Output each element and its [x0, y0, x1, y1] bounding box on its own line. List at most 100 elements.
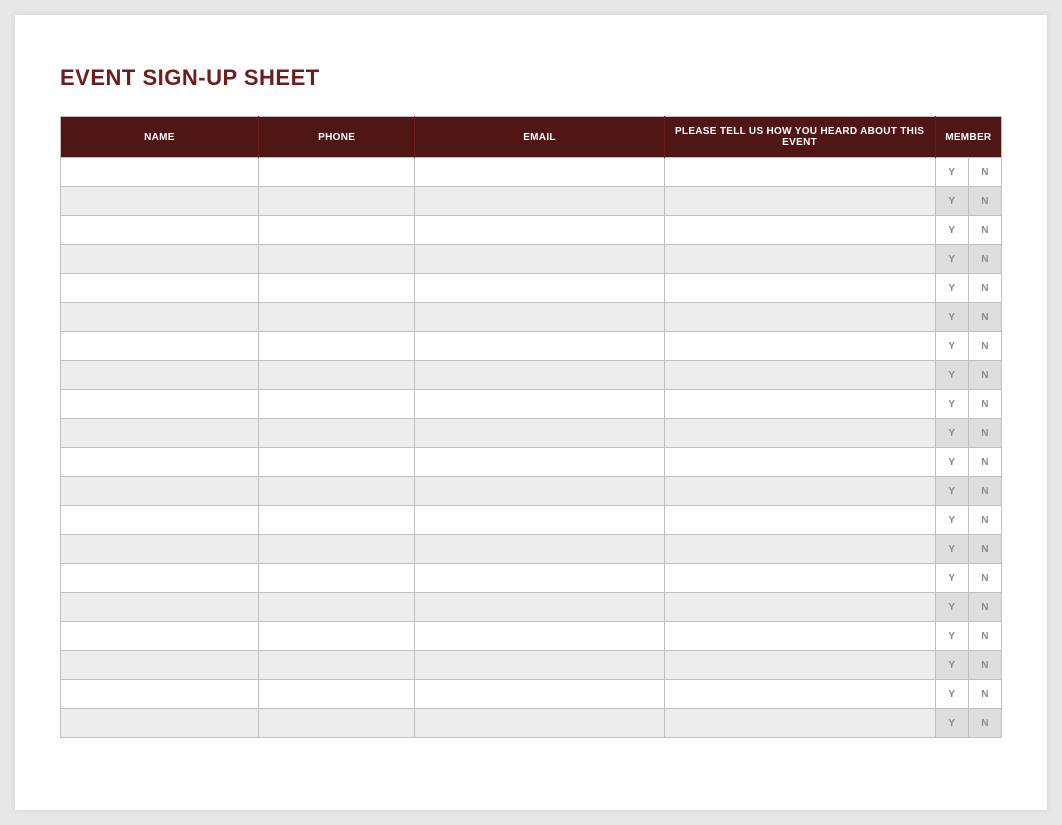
phone-cell[interactable]	[258, 477, 415, 506]
name-cell[interactable]	[61, 245, 259, 274]
member-n-cell[interactable]: N	[968, 564, 1001, 593]
heard-cell[interactable]	[664, 593, 935, 622]
name-cell[interactable]	[61, 622, 259, 651]
phone-cell[interactable]	[258, 680, 415, 709]
phone-cell[interactable]	[258, 651, 415, 680]
name-cell[interactable]	[61, 477, 259, 506]
email-cell[interactable]	[415, 622, 664, 651]
member-n-cell[interactable]: N	[968, 158, 1001, 187]
member-y-cell[interactable]: Y	[935, 303, 968, 332]
member-y-cell[interactable]: Y	[935, 477, 968, 506]
member-n-cell[interactable]: N	[968, 622, 1001, 651]
email-cell[interactable]	[415, 477, 664, 506]
phone-cell[interactable]	[258, 448, 415, 477]
phone-cell[interactable]	[258, 332, 415, 361]
phone-cell[interactable]	[258, 303, 415, 332]
email-cell[interactable]	[415, 651, 664, 680]
member-y-cell[interactable]: Y	[935, 448, 968, 477]
member-n-cell[interactable]: N	[968, 274, 1001, 303]
name-cell[interactable]	[61, 216, 259, 245]
email-cell[interactable]	[415, 332, 664, 361]
member-y-cell[interactable]: Y	[935, 535, 968, 564]
heard-cell[interactable]	[664, 419, 935, 448]
heard-cell[interactable]	[664, 303, 935, 332]
email-cell[interactable]	[415, 390, 664, 419]
member-n-cell[interactable]: N	[968, 419, 1001, 448]
heard-cell[interactable]	[664, 187, 935, 216]
member-y-cell[interactable]: Y	[935, 245, 968, 274]
member-n-cell[interactable]: N	[968, 477, 1001, 506]
member-y-cell[interactable]: Y	[935, 187, 968, 216]
member-n-cell[interactable]: N	[968, 593, 1001, 622]
heard-cell[interactable]	[664, 332, 935, 361]
email-cell[interactable]	[415, 245, 664, 274]
name-cell[interactable]	[61, 564, 259, 593]
member-n-cell[interactable]: N	[968, 680, 1001, 709]
phone-cell[interactable]	[258, 245, 415, 274]
member-n-cell[interactable]: N	[968, 245, 1001, 274]
member-n-cell[interactable]: N	[968, 361, 1001, 390]
email-cell[interactable]	[415, 187, 664, 216]
name-cell[interactable]	[61, 709, 259, 738]
email-cell[interactable]	[415, 680, 664, 709]
member-y-cell[interactable]: Y	[935, 332, 968, 361]
member-n-cell[interactable]: N	[968, 216, 1001, 245]
member-n-cell[interactable]: N	[968, 187, 1001, 216]
name-cell[interactable]	[61, 651, 259, 680]
phone-cell[interactable]	[258, 709, 415, 738]
heard-cell[interactable]	[664, 245, 935, 274]
email-cell[interactable]	[415, 216, 664, 245]
name-cell[interactable]	[61, 390, 259, 419]
phone-cell[interactable]	[258, 274, 415, 303]
name-cell[interactable]	[61, 332, 259, 361]
name-cell[interactable]	[61, 158, 259, 187]
phone-cell[interactable]	[258, 564, 415, 593]
email-cell[interactable]	[415, 564, 664, 593]
email-cell[interactable]	[415, 158, 664, 187]
member-y-cell[interactable]: Y	[935, 564, 968, 593]
member-y-cell[interactable]: Y	[935, 274, 968, 303]
phone-cell[interactable]	[258, 361, 415, 390]
heard-cell[interactable]	[664, 506, 935, 535]
member-y-cell[interactable]: Y	[935, 506, 968, 535]
member-n-cell[interactable]: N	[968, 448, 1001, 477]
member-n-cell[interactable]: N	[968, 390, 1001, 419]
phone-cell[interactable]	[258, 593, 415, 622]
email-cell[interactable]	[415, 506, 664, 535]
phone-cell[interactable]	[258, 216, 415, 245]
member-n-cell[interactable]: N	[968, 303, 1001, 332]
heard-cell[interactable]	[664, 274, 935, 303]
member-n-cell[interactable]: N	[968, 709, 1001, 738]
name-cell[interactable]	[61, 448, 259, 477]
member-y-cell[interactable]: Y	[935, 622, 968, 651]
member-n-cell[interactable]: N	[968, 332, 1001, 361]
name-cell[interactable]	[61, 303, 259, 332]
member-y-cell[interactable]: Y	[935, 390, 968, 419]
member-y-cell[interactable]: Y	[935, 216, 968, 245]
name-cell[interactable]	[61, 419, 259, 448]
name-cell[interactable]	[61, 593, 259, 622]
heard-cell[interactable]	[664, 535, 935, 564]
heard-cell[interactable]	[664, 448, 935, 477]
phone-cell[interactable]	[258, 535, 415, 564]
email-cell[interactable]	[415, 593, 664, 622]
member-y-cell[interactable]: Y	[935, 361, 968, 390]
heard-cell[interactable]	[664, 390, 935, 419]
name-cell[interactable]	[61, 274, 259, 303]
heard-cell[interactable]	[664, 361, 935, 390]
phone-cell[interactable]	[258, 158, 415, 187]
heard-cell[interactable]	[664, 622, 935, 651]
member-n-cell[interactable]: N	[968, 506, 1001, 535]
heard-cell[interactable]	[664, 477, 935, 506]
email-cell[interactable]	[415, 274, 664, 303]
heard-cell[interactable]	[664, 564, 935, 593]
heard-cell[interactable]	[664, 709, 935, 738]
name-cell[interactable]	[61, 680, 259, 709]
member-y-cell[interactable]: Y	[935, 709, 968, 738]
phone-cell[interactable]	[258, 506, 415, 535]
name-cell[interactable]	[61, 361, 259, 390]
email-cell[interactable]	[415, 303, 664, 332]
heard-cell[interactable]	[664, 158, 935, 187]
phone-cell[interactable]	[258, 419, 415, 448]
member-n-cell[interactable]: N	[968, 535, 1001, 564]
